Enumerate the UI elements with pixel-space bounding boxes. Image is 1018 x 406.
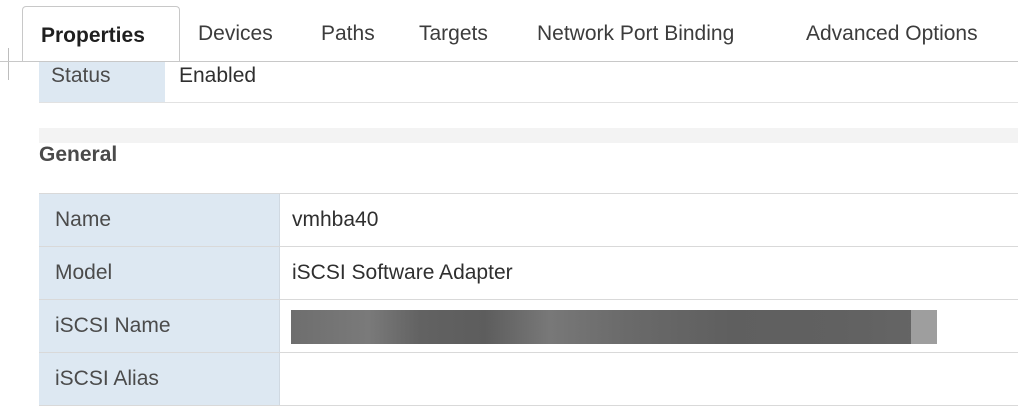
tab-devices[interactable]: Devices	[198, 22, 273, 46]
redacted-value-tail	[911, 310, 937, 344]
general-properties-table: Name vmhba40 Model iSCSI Software Adapte…	[39, 193, 1018, 406]
value-model: iSCSI Software Adapter	[292, 261, 513, 284]
table-row-model: Model iSCSI Software Adapter	[39, 247, 1018, 300]
tab-bar: Properties Devices Paths Targets Network…	[0, 0, 1018, 80]
section-title-general: General	[39, 143, 118, 166]
table-row-name: Name vmhba40	[39, 194, 1018, 247]
tab-paths[interactable]: Paths	[321, 22, 375, 46]
table-row-iscsi-name: iSCSI Name	[39, 300, 1018, 353]
key-cell: Name	[39, 194, 280, 246]
redacted-value-block	[291, 310, 937, 344]
table-row-iscsi-alias: iSCSI Alias	[39, 353, 1018, 406]
status-value: Enabled	[179, 64, 257, 87]
section-separator	[39, 128, 1018, 143]
status-key-cell: Status	[39, 62, 165, 102]
key-label-model: Model	[55, 261, 113, 284]
value-name: vmhba40	[292, 208, 379, 231]
tab-advanced-options[interactable]: Advanced Options	[806, 22, 978, 46]
tab-targets[interactable]: Targets	[419, 22, 488, 46]
status-key-label: Status	[51, 64, 111, 87]
panel-left-rule	[8, 48, 9, 80]
key-label-iscsi-alias: iSCSI Alias	[55, 367, 159, 390]
key-cell: iSCSI Name	[39, 300, 280, 352]
tab-network-port-binding[interactable]: Network Port Binding	[537, 22, 734, 46]
key-label-name: Name	[55, 208, 112, 231]
key-label-iscsi-name: iSCSI Name	[55, 314, 171, 337]
tab-properties[interactable]: Properties	[22, 6, 180, 62]
key-cell: Model	[39, 247, 280, 299]
key-cell: iSCSI Alias	[39, 353, 280, 405]
status-row: Status Enabled	[39, 62, 1018, 103]
tab-properties-label: Properties	[41, 24, 145, 47]
